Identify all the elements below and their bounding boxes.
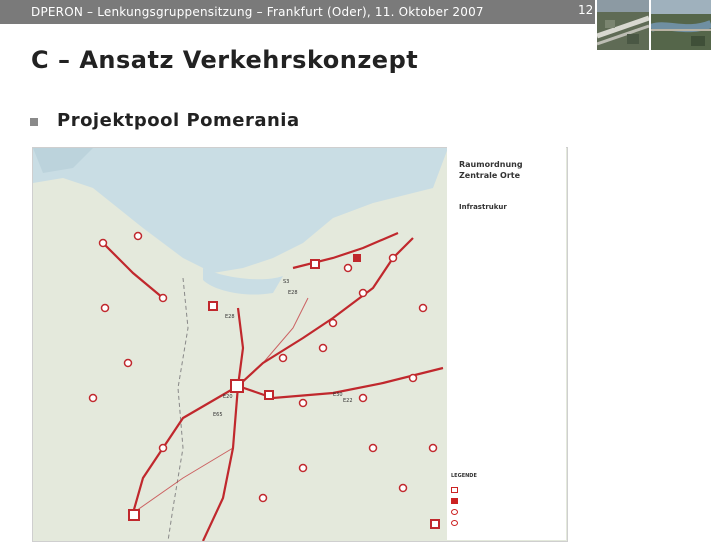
legend-circle-icon bbox=[451, 519, 458, 526]
legend-row bbox=[451, 485, 458, 494]
legend-heading: LEGENDE bbox=[451, 473, 477, 479]
legend-title: Raumordnung bbox=[459, 160, 523, 169]
bullet-marker bbox=[30, 118, 38, 126]
legend-row bbox=[451, 496, 458, 505]
aerial-photo-highway-icon bbox=[597, 0, 649, 50]
header-bar: DPERON – Lenkungsgruppensitzung – Frankf… bbox=[0, 0, 595, 24]
legend-filled-square-icon bbox=[451, 497, 458, 504]
svg-text:E65: E65 bbox=[213, 412, 223, 418]
header-title: DPERON – Lenkungsgruppensitzung – Frankf… bbox=[31, 5, 484, 19]
slide-title: C – Ansatz Verkehrskonzept bbox=[31, 46, 419, 74]
svg-text:E20: E20 bbox=[223, 394, 233, 400]
svg-text:E28: E28 bbox=[288, 290, 298, 296]
legend-row bbox=[451, 507, 458, 516]
bullet-text: Projektpool Pomerania bbox=[57, 110, 300, 131]
svg-text:E28: E28 bbox=[225, 314, 235, 320]
svg-text:E22: E22 bbox=[343, 398, 353, 404]
legend-row bbox=[451, 518, 458, 527]
legend-square-icon bbox=[451, 486, 458, 493]
page-number: 12 bbox=[578, 3, 594, 17]
legend-infrastructure-label: Infrastrukur bbox=[459, 203, 507, 211]
legend-subtitle: Zentrale Orte bbox=[459, 171, 521, 180]
svg-text:S3: S3 bbox=[283, 279, 289, 285]
legend-circle-icon bbox=[451, 508, 458, 515]
aerial-photo-river-icon bbox=[651, 0, 711, 50]
svg-text:E30: E30 bbox=[333, 392, 343, 398]
